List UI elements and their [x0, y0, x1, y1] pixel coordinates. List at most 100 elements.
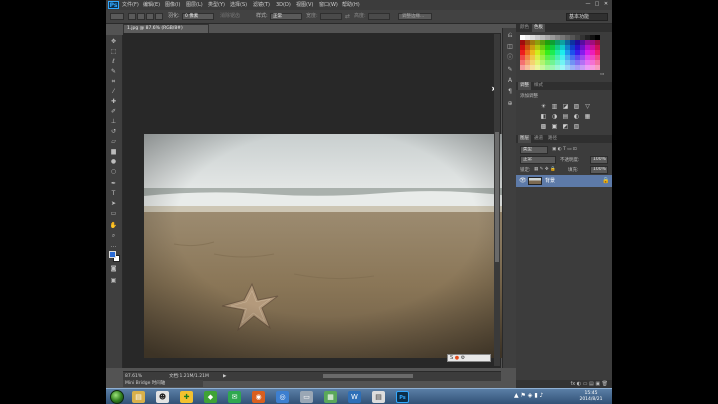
more-tools-icon[interactable]: …	[109, 242, 118, 249]
foreground-color-swatch[interactable]	[109, 251, 116, 258]
feather-input[interactable]: 0 像素	[182, 13, 214, 20]
menu-view[interactable]: 视图(V)	[296, 1, 313, 9]
eraser-tool-icon[interactable]: ▱	[109, 138, 118, 145]
quick-mask-icon[interactable]: ◙	[109, 265, 118, 272]
new-selection-button[interactable]	[128, 13, 136, 20]
mini-bridge-tab[interactable]: Mini Bridge 时间轴	[123, 380, 203, 387]
workspace-select[interactable]: 基本功能	[566, 13, 608, 21]
blend-mode-select[interactable]: 正常	[520, 156, 556, 164]
tab-color[interactable]: 颜色	[518, 24, 531, 32]
menu-select[interactable]: 选择(S)	[230, 1, 247, 9]
menu-layer[interactable]: 图层(L)	[186, 1, 203, 9]
security-icon[interactable]: ◆	[204, 391, 217, 403]
menu-image[interactable]: 图像(I)	[165, 1, 180, 9]
status-arrow-icon[interactable]: ▶	[223, 373, 226, 380]
menu-3d[interactable]: 3D(D)	[276, 1, 291, 9]
levels-icon[interactable]: ▥	[549, 102, 560, 112]
black-white-icon[interactable]: ▤	[560, 112, 571, 122]
horizontal-scroll-thumb[interactable]	[323, 374, 413, 378]
menu-type[interactable]: 类型(Y)	[208, 1, 225, 9]
layer-kind-filter[interactable]: 类型	[520, 146, 548, 154]
document-tab[interactable]: 1.jpg @ 87.6% (RGB/8#)	[123, 24, 209, 33]
info-icon[interactable]: ⓘ	[506, 54, 514, 61]
clone-stamp-tool-icon[interactable]: ⊥	[109, 118, 118, 125]
wechat-icon[interactable]: ✉	[228, 391, 241, 403]
green-app-icon[interactable]: ▦	[324, 391, 337, 403]
crop-tool-icon[interactable]: ⌗	[109, 78, 118, 85]
character-icon[interactable]: A	[506, 77, 514, 84]
ime-s-icon[interactable]: S	[448, 355, 453, 361]
antialias-checkbox[interactable]: 消除锯齿	[220, 13, 240, 20]
properties-icon[interactable]: ◫	[506, 43, 514, 50]
firefox-icon[interactable]: ◉	[252, 391, 265, 403]
intersect-selection-button[interactable]	[155, 13, 163, 20]
lock-icons[interactable]: ▦ ✎ ✥ 🔒	[534, 167, 556, 172]
refine-edge-button[interactable]: 调整边缘...	[398, 13, 432, 20]
opacity-input[interactable]: 100%	[590, 156, 608, 164]
dodge-tool-icon[interactable]: ○	[109, 168, 118, 175]
clock[interactable]: 15:45 2014/8/21	[572, 391, 610, 403]
add-selection-button[interactable]	[137, 13, 145, 20]
quick-select-tool-icon[interactable]: ✎	[109, 68, 118, 75]
paragraph-icon[interactable]: ¶	[506, 88, 514, 95]
tab-layers[interactable]: 图层	[518, 135, 531, 143]
swatch[interactable]	[595, 65, 600, 70]
gradient-tool-icon[interactable]: ▆	[109, 148, 118, 155]
zoom-level[interactable]: 87.61%	[125, 373, 142, 380]
shape-tool-icon[interactable]: ▭	[109, 210, 118, 217]
history-brush-tool-icon[interactable]: ↺	[109, 128, 118, 135]
swatch-delete-icon[interactable]: ▭	[600, 72, 604, 77]
swap-icon[interactable]: ⇄	[345, 13, 350, 20]
layers-footer[interactable]: fx ◐ ▭ ▤ ▣ 🗑	[516, 380, 612, 388]
document-info[interactable]: 文档:1.21M/1.21M	[169, 373, 209, 380]
threshold-icon[interactable]: ◩	[560, 122, 571, 132]
color-balance-icon[interactable]: ◑	[549, 112, 560, 122]
tab-paths[interactable]: 路径	[546, 135, 559, 143]
fill-input[interactable]: 100%	[590, 166, 608, 174]
history-icon[interactable]: ⎌	[506, 32, 514, 39]
height-input[interactable]	[368, 13, 390, 20]
folder-icon[interactable]: ▭	[300, 391, 313, 403]
menu-help[interactable]: 帮助(H)	[342, 1, 360, 9]
close-button[interactable]: ✕	[602, 1, 610, 8]
channel-mixer-icon[interactable]: ▦	[582, 112, 593, 122]
brush-presets-icon[interactable]: ✎	[506, 66, 514, 73]
plus-app-icon[interactable]: ✚	[180, 391, 193, 403]
layer-row-background[interactable]: 👁 背景 🔒	[516, 175, 612, 187]
vertical-scroll-thumb[interactable]	[495, 132, 499, 262]
brightness-icon[interactable]: ☀	[538, 102, 549, 112]
ime-logo-icon[interactable]: ●	[455, 355, 459, 361]
tool-preset-picker[interactable]	[110, 13, 124, 20]
clone-source-icon[interactable]: ⊕	[506, 100, 514, 107]
tray-icons[interactable]: ▲ ⚑ ◈ ▮ ♪	[514, 392, 543, 399]
screen-mode-icon[interactable]: ▣	[109, 277, 118, 284]
eye-icon[interactable]: 👁	[519, 177, 527, 184]
style-select[interactable]: 正常	[270, 13, 302, 20]
tab-adjustments[interactable]: 调整	[518, 82, 531, 90]
vibrance-icon[interactable]: ▽	[582, 102, 593, 112]
start-button[interactable]	[110, 390, 124, 404]
photo-filter-icon[interactable]: ◐	[571, 112, 582, 122]
subtract-selection-button[interactable]	[146, 13, 154, 20]
pen-tool-icon[interactable]: ✒	[109, 180, 118, 187]
hue-saturation-icon[interactable]: ◧	[538, 112, 549, 122]
ime-toolbar[interactable]: S ● ⚙	[447, 354, 491, 362]
word-icon[interactable]: W	[348, 391, 361, 403]
path-select-tool-icon[interactable]: ➤	[109, 200, 118, 207]
menu-filter[interactable]: 滤镜(T)	[253, 1, 270, 9]
menu-file[interactable]: 文件(F)	[122, 1, 139, 9]
layer-name[interactable]: 背景	[545, 177, 555, 185]
ime-settings-icon[interactable]: ⚙	[461, 355, 465, 361]
filter-icons[interactable]: ▣ ◐ T ▭ ⊡	[552, 147, 577, 152]
document-image[interactable]	[144, 134, 510, 358]
lasso-tool-icon[interactable]: ℓ	[109, 58, 118, 65]
tab-channels[interactable]: 通道	[532, 135, 545, 143]
explorer-icon[interactable]: ▤	[132, 391, 145, 403]
layer-thumbnail[interactable]	[528, 177, 542, 185]
exposure-icon[interactable]: ▨	[571, 102, 582, 112]
tab-swatches[interactable]: 色板	[532, 24, 545, 32]
menu-edit[interactable]: 编辑(E)	[143, 1, 160, 9]
browser-icon[interactable]: ◎	[276, 391, 289, 403]
zoom-tool-icon[interactable]: ⌕	[109, 232, 118, 239]
healing-brush-tool-icon[interactable]: ✚	[109, 98, 118, 105]
